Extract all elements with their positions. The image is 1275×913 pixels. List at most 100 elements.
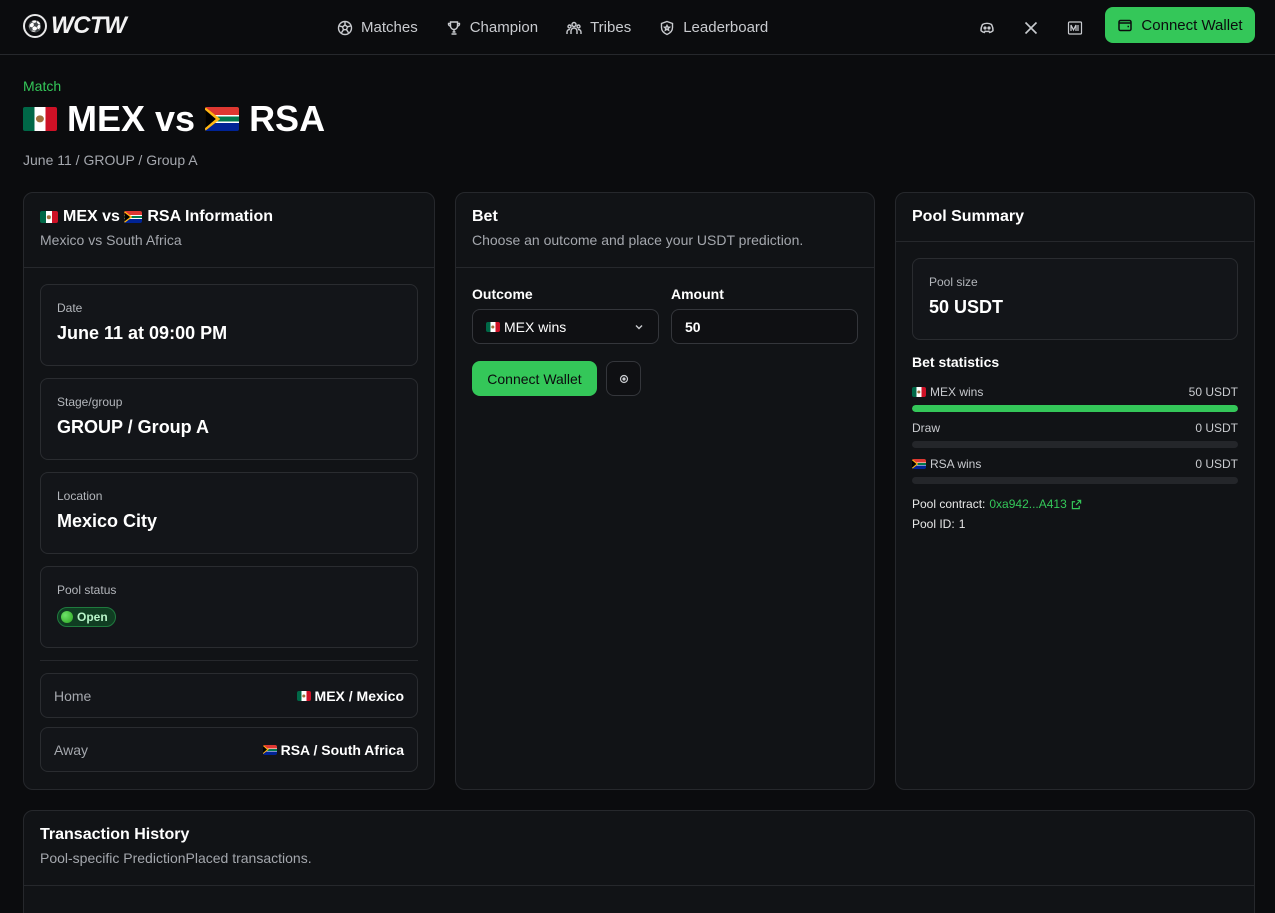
- pool-size-box: Pool size 50 USDT: [912, 258, 1238, 340]
- pool-contract-value: 0xa942...A413: [989, 497, 1067, 511]
- external-link-icon: [1071, 499, 1082, 509]
- stat-name: RSA wins: [912, 457, 981, 471]
- nav-label: Leaderboard: [683, 19, 769, 36]
- nav-item-tribes[interactable]: Tribes: [566, 19, 631, 36]
- history-card-title: Transaction History: [40, 826, 190, 843]
- page-subtitle: June 11 / GROUP / Group A: [23, 152, 198, 168]
- bet-card-description: Choose an outcome and place your USDT pr…: [472, 232, 804, 248]
- outcome-selected: MEX wins: [486, 319, 566, 335]
- main-nav: Matches Champion Tribes Leaderboard: [337, 0, 768, 55]
- nav-label: Tribes: [590, 19, 632, 36]
- stage-label: Stage/group: [57, 395, 123, 409]
- top-navbar: ⚽ WCTW Matches Champion Tribes Leaderboa…: [0, 0, 1275, 55]
- nav-item-leaderboard[interactable]: Leaderboard: [659, 19, 768, 36]
- refresh-button[interactable]: [606, 361, 641, 396]
- divider: [456, 267, 874, 268]
- home-team-name: MEX / Mexico: [314, 687, 404, 704]
- away-team-name: RSA / South Africa: [280, 741, 404, 758]
- nav-label: Matches: [361, 19, 418, 36]
- stat-amount: 0 USDT: [1195, 457, 1238, 471]
- pool-status-label: Pool status: [57, 583, 117, 597]
- bet-card: Bet Choose an outcome and place your USD…: [455, 192, 875, 790]
- title-away: RSA: [249, 98, 326, 139]
- stat-bar-fill: [912, 405, 1238, 412]
- medium-icon: [1067, 20, 1083, 35]
- stat-bar-mex: [912, 405, 1238, 412]
- info-card-title: MEX vs RSA Information: [40, 208, 418, 226]
- south-africa-flag-icon: [124, 211, 143, 223]
- pool-size-label: Pool size: [929, 275, 978, 289]
- match-info-card: MEX vs RSA Information Mexico vs South A…: [23, 192, 435, 790]
- brand-logo[interactable]: ⚽ WCTW: [23, 12, 127, 40]
- home-label: Home: [54, 687, 92, 704]
- mexico-flag-icon: [912, 387, 926, 397]
- trophy-icon: [447, 20, 460, 35]
- nav-item-champion[interactable]: Champion: [446, 19, 538, 36]
- stat-label: MEX wins: [930, 385, 984, 399]
- pool-summary-card: Pool Summary Pool size 50 USDT Bet stati…: [895, 192, 1255, 790]
- divider: [24, 267, 434, 268]
- location-value: Mexico City: [57, 511, 158, 531]
- target-icon: [619, 374, 628, 383]
- mexico-flag-icon: [23, 107, 57, 131]
- history-card-description: Pool-specific PredictionPlaced transacti…: [40, 850, 312, 866]
- nav-item-matches[interactable]: Matches: [337, 19, 418, 36]
- away-value: RSA / South Africa: [262, 741, 404, 758]
- outcome-value: MEX wins: [504, 318, 567, 335]
- pool-contract-line: Pool contract: 0xa942...A413: [912, 497, 1082, 511]
- shield-icon: [661, 20, 674, 35]
- bet-connect-wallet-button[interactable]: Connect Wallet: [472, 361, 597, 396]
- stat-label: RSA wins: [930, 457, 982, 471]
- brand-name: WCTW: [51, 12, 127, 39]
- pool-status-box: Pool status Open: [40, 566, 418, 648]
- divider: [40, 660, 418, 661]
- pool-card-title: Pool Summary: [912, 208, 1025, 225]
- pool-contract-link[interactable]: 0xa942...A413: [989, 497, 1082, 511]
- status-badge: Open: [57, 607, 116, 627]
- amount-input[interactable]: 50: [671, 309, 858, 344]
- nav-label: Champion: [469, 19, 539, 36]
- discord-link[interactable]: [979, 0, 995, 55]
- info-title-away: RSA Information: [147, 208, 273, 225]
- amount-label: Amount: [671, 286, 724, 302]
- away-team-row: Away RSA / South Africa: [40, 727, 418, 772]
- outcome-select[interactable]: MEX wins: [472, 309, 659, 344]
- stat-amount: 50 USDT: [1188, 385, 1238, 399]
- soccer-ball-logo-icon: ⚽: [23, 14, 47, 38]
- date-value: June 11 at 09:00 PM: [57, 323, 228, 343]
- page-eyebrow: Match: [23, 78, 62, 94]
- stage-box: Stage/group GROUP / Group A: [40, 378, 418, 460]
- location-box: Location Mexico City: [40, 472, 418, 554]
- mexico-flag-icon: [486, 321, 500, 332]
- stat-row-rsa: RSA wins 0 USDT: [912, 457, 1238, 471]
- pool-id-line: Pool ID: 1: [912, 517, 965, 531]
- stat-bar-draw: [912, 441, 1238, 448]
- pool-id-value: 1: [958, 517, 966, 531]
- stat-bar-rsa: [912, 477, 1238, 484]
- pool-id-label: Pool ID:: [912, 517, 955, 531]
- location-label: Location: [57, 489, 103, 503]
- title-home: MEX: [67, 98, 146, 139]
- home-value: MEX / Mexico: [296, 687, 404, 704]
- bet-card-title: Bet: [472, 208, 498, 225]
- stat-amount: 0 USDT: [1195, 421, 1238, 435]
- soccer-ball-icon: [337, 20, 353, 35]
- info-title-home: MEX vs: [63, 208, 120, 225]
- pool-contract-label: Pool contract:: [912, 497, 986, 511]
- x-logo-icon: [1024, 21, 1038, 34]
- title-vs: vs: [155, 98, 196, 139]
- green-dot-icon: [61, 611, 73, 623]
- chevron-down-icon: [635, 324, 643, 329]
- date-label: Date: [57, 301, 83, 315]
- medium-link[interactable]: [1067, 0, 1083, 55]
- page-title: MEX vs RSA: [23, 98, 325, 140]
- header-connect-wallet-button[interactable]: Connect Wallet: [1105, 7, 1255, 43]
- south-africa-flag-icon: [205, 107, 240, 131]
- bet-statistics-title: Bet statistics: [912, 354, 1000, 370]
- x-link[interactable]: [1023, 0, 1039, 55]
- divider: [24, 885, 1254, 886]
- mexico-flag-icon: [296, 690, 311, 701]
- stat-name: MEX wins: [912, 385, 983, 399]
- stage-value: GROUP / Group A: [57, 417, 210, 437]
- pool-size-value: 50 USDT: [929, 297, 1004, 317]
